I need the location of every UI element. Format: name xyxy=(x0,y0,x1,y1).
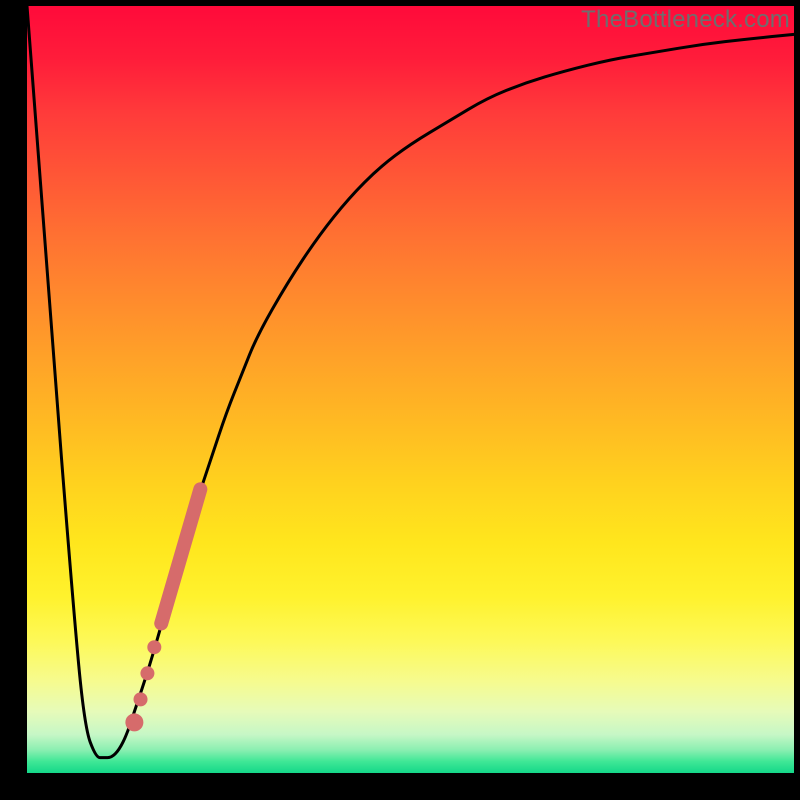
bottleneck-curve xyxy=(27,6,794,758)
watermark-text: TheBottleneck.com xyxy=(581,6,790,34)
chart-stage: TheBottleneck.com xyxy=(0,0,800,800)
marker-dot xyxy=(147,640,161,654)
chart-plot-area xyxy=(27,6,794,773)
marker-layer xyxy=(125,489,200,731)
chart-svg xyxy=(27,6,794,773)
marker-segment xyxy=(161,489,200,623)
marker-dot xyxy=(134,692,148,706)
marker-dot xyxy=(140,666,154,680)
marker-dot xyxy=(125,713,143,731)
